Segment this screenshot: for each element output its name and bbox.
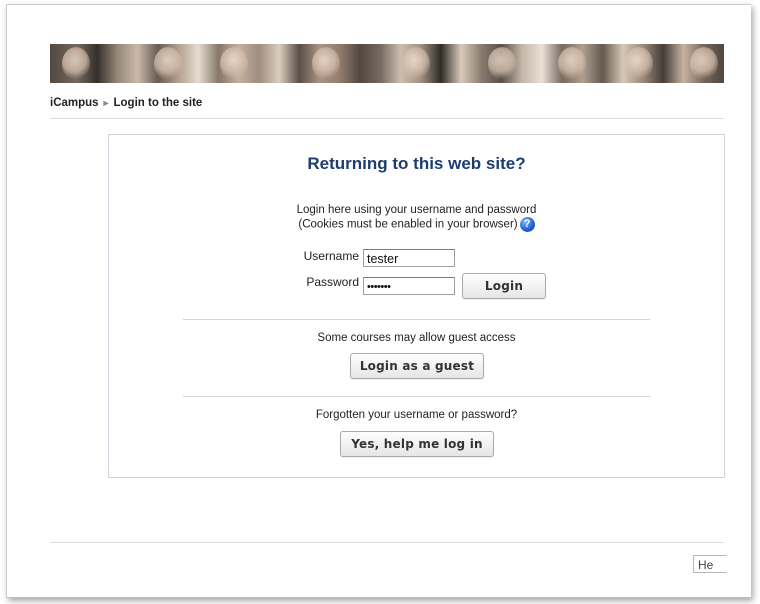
password-field[interactable]: ••••••• — [363, 277, 455, 295]
login-description-line2-wrap: (Cookies must be enabled in your browser… — [109, 217, 724, 232]
breadcrumb-divider — [50, 118, 724, 119]
section-divider-2 — [183, 396, 650, 397]
breadcrumb: iCampus ► Login to the site — [50, 97, 202, 109]
header-banner-image — [50, 44, 724, 83]
help-icon[interactable]: ? — [519, 217, 535, 232]
login-button[interactable]: Login — [462, 273, 546, 299]
footer-divider — [50, 542, 724, 543]
breadcrumb-arrow-icon: ► — [101, 98, 111, 108]
breadcrumb-current: Login to the site — [113, 97, 203, 109]
guest-access-note: Some courses may allow guest access — [317, 332, 516, 344]
password-label: Password — [306, 275, 359, 289]
login-description-line1: Login here using your username and passw… — [296, 204, 537, 216]
section-divider-1 — [183, 319, 650, 320]
login-heading: Returning to this web site? — [307, 154, 526, 173]
login-as-guest-button[interactable]: Login as a guest — [350, 353, 484, 379]
username-label: Username — [303, 249, 359, 263]
help-me-log-in-button[interactable]: Yes, help me log in — [340, 431, 494, 457]
breadcrumb-site-link[interactable]: iCampus — [50, 97, 99, 109]
login-description-line2: (Cookies must be enabled in your browser… — [298, 218, 518, 231]
forgot-password-note: Forgotten your username or password? — [315, 409, 518, 421]
username-field[interactable]: tester — [363, 249, 455, 267]
login-description: Login here using your username and passw… — [109, 203, 724, 232]
login-box: Returning to this web site? Login here u… — [108, 134, 725, 478]
footer-partial-button[interactable]: He — [693, 555, 727, 573]
